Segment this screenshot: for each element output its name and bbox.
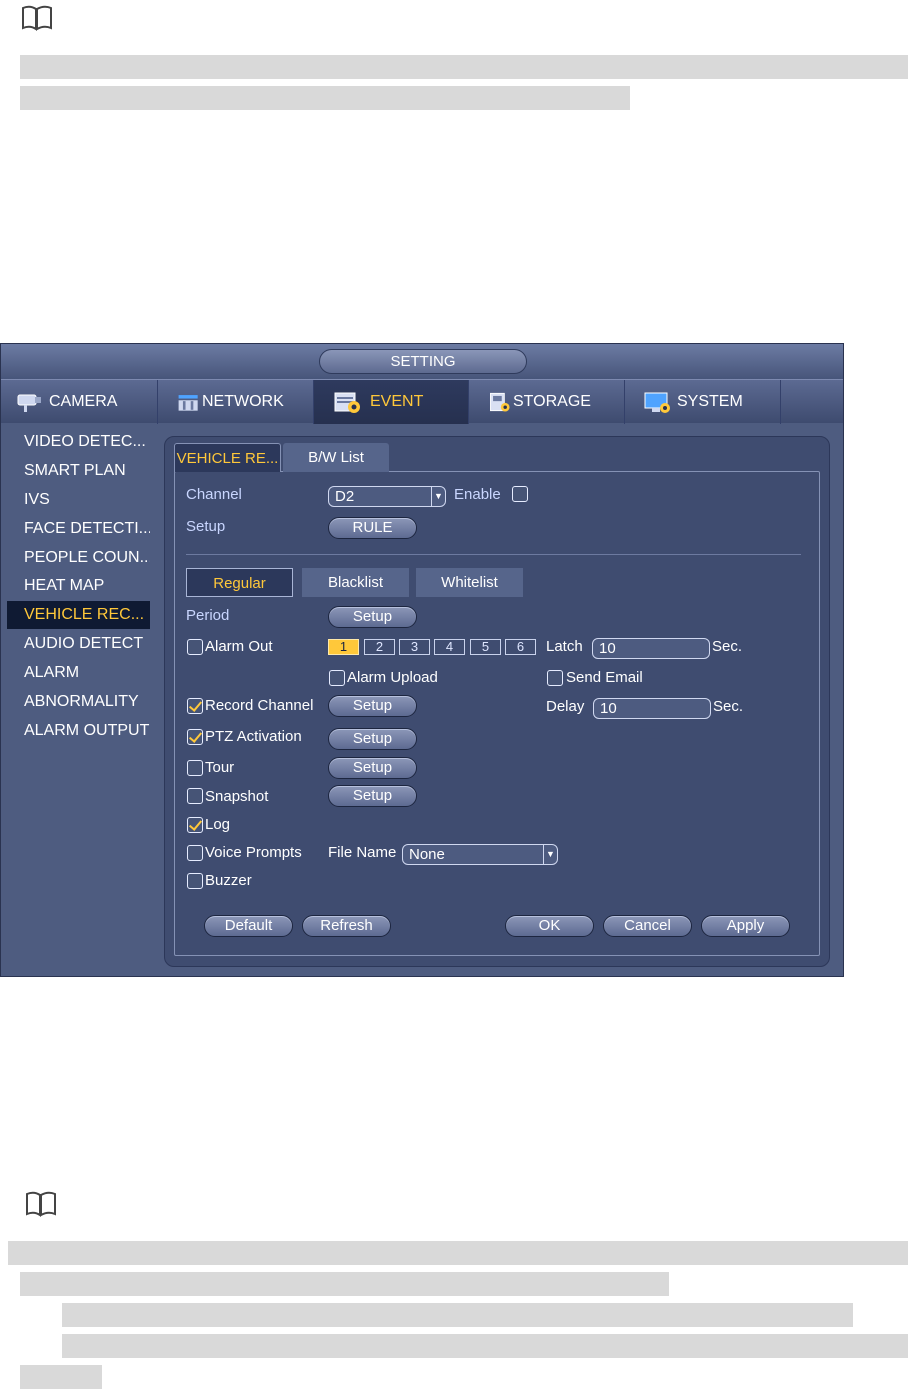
book-note-icon	[22, 5, 52, 31]
sidebar-item-ivs[interactable]: IVS	[7, 486, 150, 514]
ptz-setup-button[interactable]: Setup	[328, 728, 417, 750]
delay-sec-label: Sec.	[713, 698, 744, 715]
apply-button[interactable]: Apply	[701, 915, 790, 937]
setup-label: Setup	[186, 518, 226, 535]
network-icon	[178, 395, 198, 411]
delay-input[interactable]: 10	[593, 698, 711, 719]
sidebar-item-alarm[interactable]: ALARM	[7, 659, 150, 687]
alarm-out-channel-2[interactable]: 2	[364, 639, 395, 655]
record-channel-checkbox[interactable]	[187, 698, 203, 714]
tab-regular[interactable]: Regular	[186, 568, 293, 597]
tab-system[interactable]: SYSTEM	[625, 380, 781, 424]
alarm-out-channel-4[interactable]: 4	[434, 639, 465, 655]
snapshot-setup-button[interactable]: Setup	[328, 785, 417, 807]
alarm-out-channel-3[interactable]: 3	[399, 639, 430, 655]
enable-checkbox[interactable]	[512, 486, 528, 502]
redacted-text-line	[20, 86, 630, 110]
channel-label: Channel	[186, 486, 242, 503]
cancel-button[interactable]: Cancel	[603, 915, 692, 937]
tab-bw-list[interactable]: B/W List	[283, 443, 389, 472]
buzzer-label: Buzzer	[205, 872, 252, 889]
book-note-icon	[26, 1191, 56, 1217]
enable-label: Enable	[454, 486, 501, 503]
sidebar-item-face-detect[interactable]: FACE DETECTI...	[7, 515, 150, 543]
rule-button[interactable]: RULE	[328, 517, 417, 539]
chevron-down-icon: ▼	[543, 845, 557, 864]
tab-camera[interactable]: CAMERA	[1, 380, 158, 424]
latch-label: Latch	[546, 638, 583, 655]
title-bar: SETTING	[1, 344, 843, 379]
chevron-down-icon: ▼	[431, 487, 445, 506]
storage-icon	[490, 392, 510, 412]
send-email-checkbox[interactable]	[547, 670, 563, 686]
file-name-label: File Name	[328, 844, 397, 861]
ok-button[interactable]: OK	[505, 915, 594, 937]
record-channel-setup-button[interactable]: Setup	[328, 695, 417, 717]
redacted-text-line	[20, 1272, 669, 1296]
snapshot-checkbox[interactable]	[187, 788, 203, 804]
window-title: SETTING	[319, 349, 527, 374]
tab-label: SYSTEM	[677, 393, 743, 410]
tab-whitelist[interactable]: Whitelist	[416, 568, 523, 597]
alarm-upload-checkbox[interactable]	[329, 670, 345, 686]
redacted-text-line	[62, 1303, 853, 1327]
system-icon	[644, 392, 670, 413]
redacted-text-line	[20, 1365, 102, 1389]
alarm-out-channel-6[interactable]: 6	[505, 639, 536, 655]
divider	[186, 554, 801, 555]
alarm-out-checkbox[interactable]	[187, 639, 203, 655]
period-label: Period	[186, 607, 230, 624]
tab-network[interactable]: NETWORK	[158, 380, 314, 424]
tour-label: Tour	[205, 759, 235, 776]
sidebar-item-audio-detect[interactable]: AUDIO DETECT	[7, 630, 150, 658]
camera-icon	[17, 394, 41, 412]
file-name-value: None	[409, 846, 445, 863]
redacted-text-line	[8, 1241, 908, 1265]
latch-input[interactable]: 10	[592, 638, 710, 659]
redacted-text-line	[62, 1334, 908, 1358]
tab-label: STORAGE	[513, 393, 591, 410]
ptz-activation-label: PTZ Activation	[205, 728, 302, 745]
event-icon	[334, 392, 360, 413]
latch-sec-label: Sec.	[712, 638, 743, 655]
log-checkbox[interactable]	[187, 817, 203, 833]
log-label: Log	[205, 816, 231, 833]
tab-label: NETWORK	[202, 393, 284, 410]
sidebar-item-vehicle-recognition[interactable]: VEHICLE REC...	[7, 601, 150, 629]
refresh-button[interactable]: Refresh	[302, 915, 391, 937]
sidebar-item-smart-plan[interactable]: SMART PLAN	[7, 457, 150, 485]
channel-select[interactable]: D2 ▼	[328, 486, 446, 507]
default-button[interactable]: Default	[204, 915, 293, 937]
alarm-out-label: Alarm Out	[205, 638, 273, 655]
sidebar-item-people-count[interactable]: PEOPLE COUN...	[7, 544, 150, 572]
redacted-text-line	[20, 55, 908, 79]
record-channel-label: Record Channel	[205, 697, 314, 714]
main-tab-bar: CAMERA NETWORK EVENT STORAGE SYSTEM	[1, 379, 843, 424]
voice-prompts-label: Voice Prompts	[205, 844, 302, 861]
tab-event[interactable]: EVENT	[314, 380, 469, 424]
tour-setup-button[interactable]: Setup	[328, 757, 417, 779]
tab-vehicle-recognition[interactable]: VEHICLE RE...	[174, 443, 281, 472]
sidebar-item-abnormality[interactable]: ABNORMALITY	[7, 688, 150, 716]
sidebar-item-video-detect[interactable]: VIDEO DETEC...	[7, 428, 150, 456]
channel-value: D2	[335, 488, 355, 505]
buzzer-checkbox[interactable]	[187, 873, 203, 889]
tab-storage[interactable]: STORAGE	[469, 380, 625, 424]
period-setup-button[interactable]: Setup	[328, 606, 417, 628]
tab-label: CAMERA	[49, 393, 118, 410]
send-email-label: Send Email	[566, 669, 643, 686]
sidebar-item-heat-map[interactable]: HEAT MAP	[7, 572, 150, 600]
ptz-activation-checkbox[interactable]	[187, 729, 203, 745]
file-name-select[interactable]: None ▼	[402, 844, 558, 865]
delay-label: Delay	[546, 698, 585, 715]
alarm-upload-label: Alarm Upload	[347, 669, 438, 686]
snapshot-label: Snapshot	[205, 788, 269, 805]
alarm-out-channel-5[interactable]: 5	[470, 639, 501, 655]
alarm-out-channel-1[interactable]: 1	[328, 639, 359, 655]
sidebar-item-alarm-output[interactable]: ALARM OUTPUT	[7, 717, 150, 745]
tour-checkbox[interactable]	[187, 760, 203, 776]
tab-label: EVENT	[370, 393, 424, 410]
voice-prompts-checkbox[interactable]	[187, 845, 203, 861]
tab-blacklist[interactable]: Blacklist	[302, 568, 409, 597]
